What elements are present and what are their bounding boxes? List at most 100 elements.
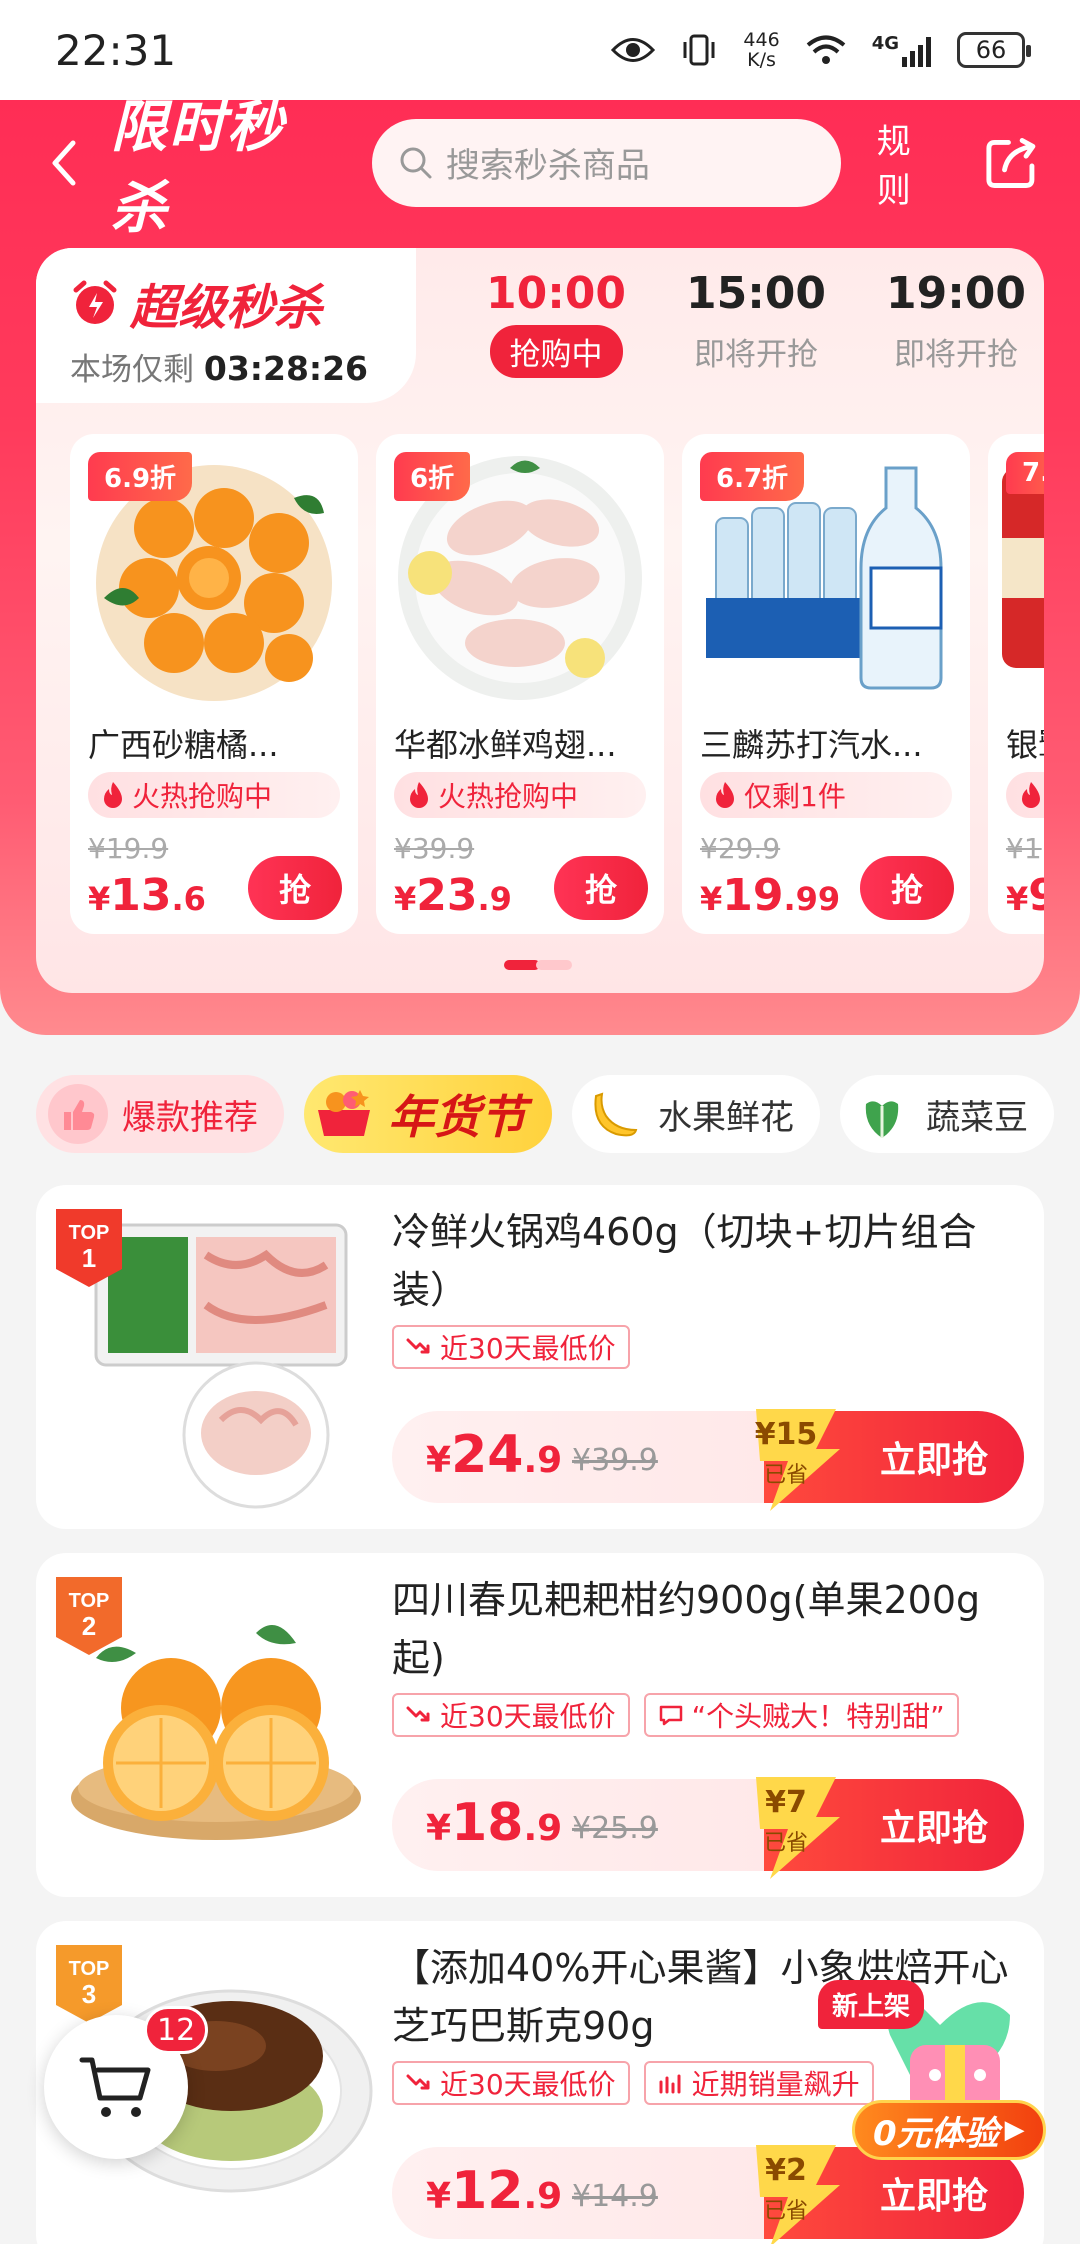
slot-time: 15:00	[685, 268, 827, 319]
product-name: 银鹭	[1006, 726, 1044, 764]
trend-down-icon	[406, 1338, 430, 1354]
play-arrow-icon: ▶	[1004, 2115, 1025, 2145]
top-rank-badge: TOP2	[56, 1577, 122, 1655]
grab-button[interactable]: 抢	[554, 856, 648, 920]
saved-badge: ¥15 已省	[736, 1399, 854, 1517]
currency-symbol: ¥	[426, 1808, 452, 1849]
countdown: 本场仅剩 03:28:26	[70, 344, 368, 389]
search-placeholder: 搜索秒杀商品	[445, 146, 650, 186]
price-integer: 18	[451, 1793, 524, 1853]
tab-vegetables[interactable]: 蔬菜豆	[840, 1075, 1054, 1153]
shopping-cart-icon	[79, 2057, 151, 2117]
saved-amount: ¥2	[765, 2153, 807, 2188]
original-price: ¥25.9	[572, 1811, 658, 1846]
grab-button[interactable]: 抢	[860, 856, 954, 920]
time-slot-1900[interactable]: 19:00 即将开抢	[856, 268, 1056, 378]
product-list-item[interactable]: TOP 2 四川春见耙耙柑约900g(单果200g起) 近30天最低价 “个头贼大…	[36, 1553, 1044, 1897]
tab-label: 爆款推荐	[122, 1097, 258, 1138]
rank-number: 1	[82, 1243, 96, 1273]
category-tabs: 爆款推荐 年货节 水果鲜花 蔬菜豆	[36, 1075, 1054, 1153]
lightning-badge-icon	[756, 2145, 840, 2244]
hot-sale-tag: 火热抢购中	[394, 772, 646, 818]
chevron-left-icon	[52, 140, 76, 185]
hot-sale-tag	[1006, 772, 1044, 818]
hot-sale-label: 火热抢购中	[438, 780, 579, 813]
sale-price: ¥24.9	[426, 1425, 562, 1485]
currency-symbol: ¥	[426, 2176, 452, 2217]
price-decimal: .9	[523, 1440, 563, 1481]
fire-icon	[104, 782, 122, 808]
fire-icon	[1022, 782, 1040, 808]
page-title: 限时秒杀	[110, 94, 285, 241]
buy-bar[interactable]: ¥18.9 ¥25.9 立即抢 ¥7 已省	[392, 1777, 1024, 1879]
chat-bubble-icon	[659, 1705, 682, 1726]
slot-time: 10:00	[485, 268, 627, 319]
sale-price: ¥18.9	[426, 1793, 562, 1853]
flash-product-card[interactable]: 6折 华都冰鲜鸡翅... 火热抢购中 ¥39.9 ¥23.9 抢	[376, 434, 664, 934]
time-slot-1000[interactable]: 10:00 抢购中	[456, 268, 656, 378]
sale-price: ¥19.99	[700, 870, 840, 921]
product-name: 三麟苏打汽水...	[700, 726, 923, 764]
rules-link[interactable]: 规则	[877, 114, 944, 212]
tab-fruits-flowers[interactable]: 水果鲜花	[572, 1075, 820, 1153]
speed-unit: K/s	[747, 49, 776, 71]
tab-new-year-festival[interactable]: 年货节	[304, 1075, 552, 1153]
saved-amount: ¥7	[765, 1785, 807, 1820]
flash-product-card[interactable]: 6.9折 广西砂糖橘... 火热抢购中 ¥19.9 ¥13.6 抢	[70, 434, 358, 934]
flash-sale-title: 超级秒杀	[70, 268, 322, 338]
flash-product-carousel[interactable]: 6.9折 广西砂糖橘... 火热抢购中 ¥19.9 ¥13.6 抢 6折 华都冰…	[70, 434, 1044, 934]
time-slots: 10:00 抢购中 15:00 即将开抢 19:00 即将开抢	[456, 268, 1056, 378]
grab-button[interactable]: 抢	[248, 856, 342, 920]
saved-label: 已省	[763, 1463, 808, 1488]
price-decimal: .9	[477, 880, 512, 918]
currency-symbol: ¥	[1006, 880, 1029, 918]
vegetable-icon	[852, 1084, 912, 1144]
wifi-icon	[806, 35, 845, 64]
tab-label: 水果鲜花	[658, 1097, 794, 1138]
flash-product-card[interactable]: 6.7折 三麟苏打汽水... 仅剩1件 ¥29.9 ¥19.99 抢	[682, 434, 970, 934]
free-trial-label: 0元体验	[873, 2113, 999, 2154]
product-name: 广西砂糖橘...	[88, 726, 279, 764]
search-input[interactable]: 搜索秒杀商品	[371, 118, 841, 207]
share-icon[interactable]	[983, 134, 1040, 192]
sale-price: ¥9	[1006, 870, 1044, 921]
top-label: TOP	[69, 1222, 110, 1244]
battery-icon: 66	[957, 32, 1031, 68]
lowest-price-tag: 近30天最低价	[392, 1325, 630, 1369]
hot-sale-label: 仅剩1件	[744, 780, 846, 813]
product-tags: 近30天最低价 “个头贼大！特别甜”	[392, 1693, 959, 1737]
discount-badge: 7.	[1006, 452, 1044, 494]
lowest-price-tag: 近30天最低价	[392, 1693, 630, 1737]
tag-label: “个头贼大！特别甜”	[691, 1700, 945, 1733]
price-integer: 9	[1028, 870, 1044, 921]
flash-sale-card: 超级秒杀 本场仅剩 03:28:26 10:00 抢购中 15:00 即将开抢 19…	[36, 248, 1044, 993]
network-type: 4G	[871, 33, 899, 54]
top-bar: 限时秒杀 搜索秒杀商品 规则	[0, 95, 1080, 241]
battery-level: 66	[975, 36, 1007, 64]
indicator-inactive	[536, 960, 572, 970]
original-price: ¥29.9	[700, 832, 781, 865]
free-trial-button[interactable]: 0元体验 ▶	[852, 2100, 1046, 2160]
tab-hot-recommend[interactable]: 爆款推荐	[36, 1075, 284, 1153]
price-integer: 13	[110, 870, 172, 921]
back-button[interactable]	[40, 133, 89, 193]
search-icon	[400, 147, 432, 178]
slot-status: 即将开抢	[694, 337, 818, 373]
buy-bar[interactable]: ¥24.9 ¥39.9 立即抢 ¥15 已省	[392, 1409, 1024, 1511]
vibrate-icon	[683, 34, 715, 66]
time-slot-1500[interactable]: 15:00 即将开抢	[656, 268, 856, 378]
indicator-active	[504, 960, 540, 970]
product-list-item[interactable]: TOP 1 冷鲜火锅鸡460g（切块+切片组合装） 近30天最低价 ¥24.9 ¥…	[36, 1185, 1044, 1529]
product-tags: 近30天最低价 近期销量飙升	[392, 2061, 874, 2105]
banana-icon	[584, 1084, 644, 1144]
cart-count-badge: 12	[144, 2006, 209, 2054]
flash-sale-title-text: 超级秒杀	[130, 280, 323, 336]
original-price: ¥14.9	[572, 2179, 658, 2214]
hot-sale-tag: 火热抢购中	[88, 772, 340, 818]
price-integer: 23	[416, 870, 478, 921]
tab-label: 年货节	[388, 1090, 526, 1144]
tag-label: 近30天最低价	[440, 1700, 616, 1733]
flash-product-card[interactable]: 7. 银鹭 ¥1 ¥9	[988, 434, 1044, 934]
discount-badge: 6.9折	[88, 452, 193, 501]
price-decimal: .9	[523, 1808, 563, 1849]
